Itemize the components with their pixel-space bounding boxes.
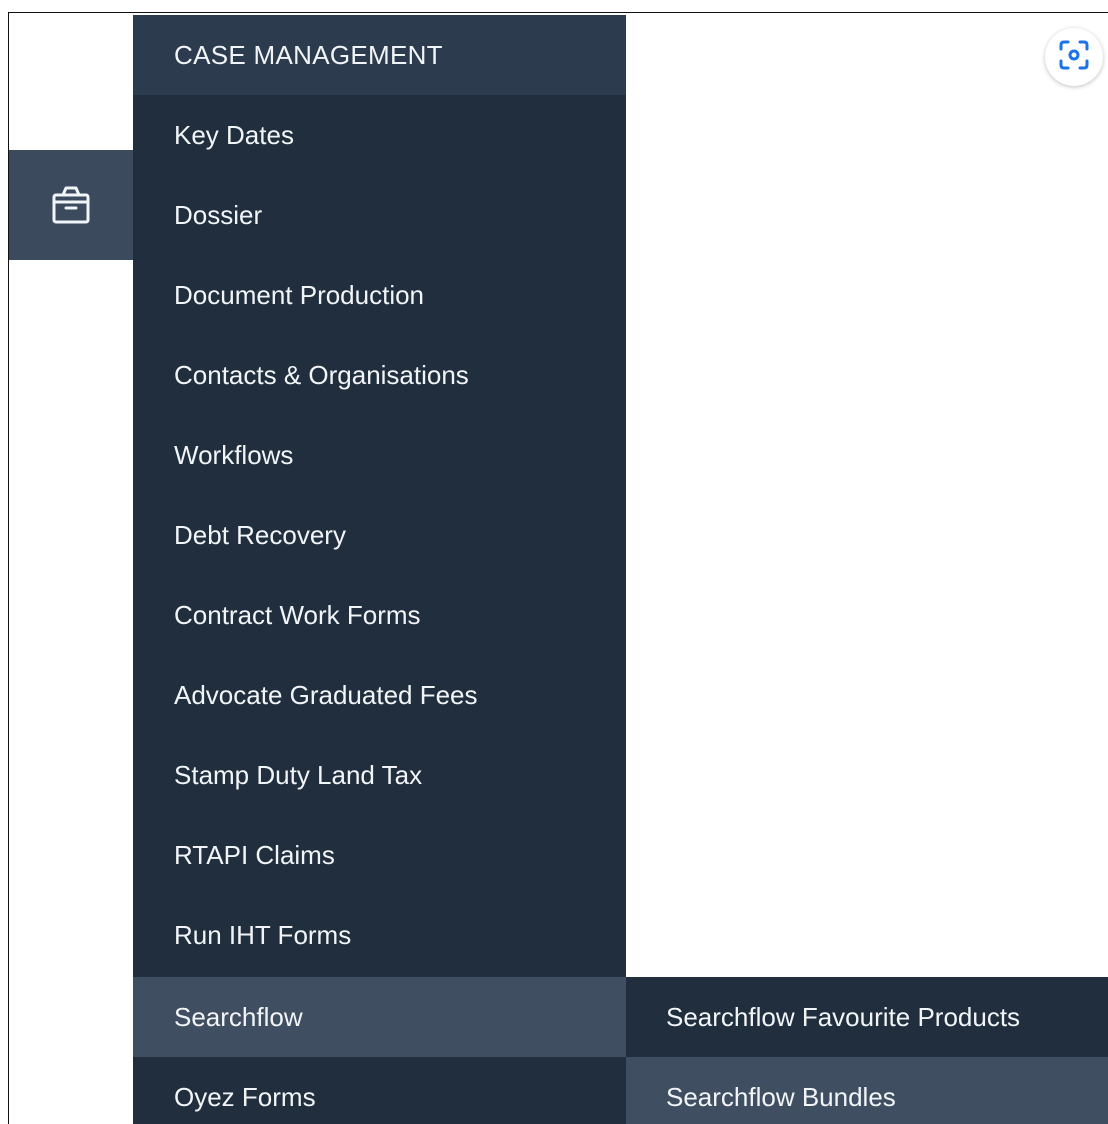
menu-item-workflows[interactable]: Workflows	[133, 415, 626, 495]
menu-item-key-dates[interactable]: Key Dates	[133, 95, 626, 175]
frame-border-top	[8, 12, 1108, 13]
menu-item-stamp-duty-land-tax[interactable]: Stamp Duty Land Tax	[133, 735, 626, 815]
submenu-item-searchflow-bundles[interactable]: Searchflow Bundles	[626, 1057, 1108, 1124]
menu-item-document-production[interactable]: Document Production	[133, 255, 626, 335]
submenu-item-searchflow-favourite-products[interactable]: Searchflow Favourite Products	[626, 977, 1108, 1057]
searchflow-submenu: Searchflow Favourite Products Searchflow…	[626, 977, 1108, 1124]
menu-item-debt-recovery[interactable]: Debt Recovery	[133, 495, 626, 575]
case-box-icon	[49, 183, 93, 227]
menu-item-contract-work-forms[interactable]: Contract Work Forms	[133, 575, 626, 655]
app-frame: CASE MANAGEMENT Key Dates Dossier Docume…	[0, 0, 1108, 1124]
menu-item-run-iht-forms[interactable]: Run IHT Forms	[133, 895, 626, 975]
menu-item-oyez-forms[interactable]: Oyez Forms	[133, 1057, 626, 1124]
menu-item-contacts-organisations[interactable]: Contacts & Organisations	[133, 335, 626, 415]
menu-item-searchflow[interactable]: Searchflow	[133, 977, 626, 1057]
rail-item-case-management[interactable]	[9, 150, 133, 260]
menu-item-advocate-graduated-fees[interactable]: Advocate Graduated Fees	[133, 655, 626, 735]
screenshot-button[interactable]	[1045, 28, 1103, 86]
menu-item-dossier[interactable]: Dossier	[133, 175, 626, 255]
screenshot-capture-icon	[1057, 38, 1091, 77]
menu-header: CASE MANAGEMENT	[133, 15, 626, 95]
case-management-menu: CASE MANAGEMENT Key Dates Dossier Docume…	[133, 15, 626, 1124]
menu-item-rtapi-claims[interactable]: RTAPI Claims	[133, 815, 626, 895]
